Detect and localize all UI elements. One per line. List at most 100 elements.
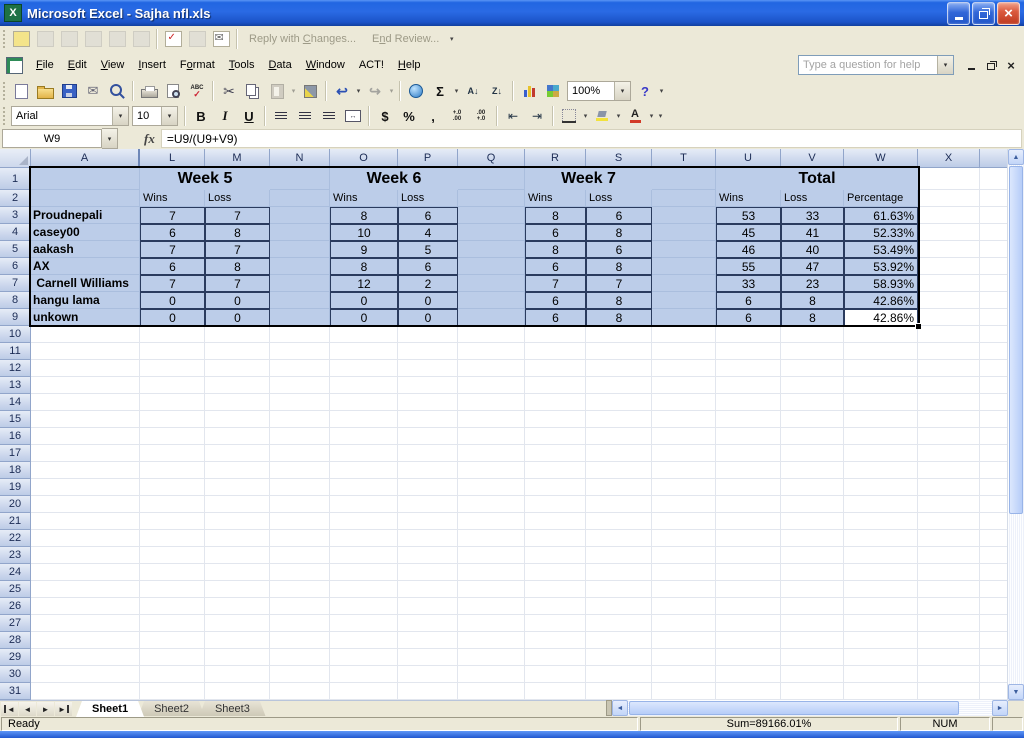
cell-N9[interactable] xyxy=(270,309,330,326)
cell-V8[interactable]: 8 xyxy=(781,292,844,309)
cell-X12[interactable] xyxy=(918,360,980,377)
cell-y31[interactable] xyxy=(980,683,1008,700)
cell-O29[interactable] xyxy=(330,649,398,666)
horizontal-scrollbar-thumb[interactable] xyxy=(629,701,959,715)
cell-O19[interactable] xyxy=(330,479,398,496)
cell-O4[interactable]: 10 xyxy=(330,224,398,241)
cell-X17[interactable] xyxy=(918,445,980,462)
cell-y23[interactable] xyxy=(980,547,1008,564)
cell-R28[interactable] xyxy=(525,632,586,649)
cell-T19[interactable] xyxy=(652,479,716,496)
cell-U16[interactable] xyxy=(716,428,781,445)
cell-P10[interactable] xyxy=(398,326,458,343)
cell-O7[interactable]: 12 xyxy=(330,275,398,292)
cell-U29[interactable] xyxy=(716,649,781,666)
cell-L4[interactable]: 6 xyxy=(140,224,205,241)
mail-button[interactable] xyxy=(81,80,105,102)
cell-L30[interactable] xyxy=(140,666,205,683)
cell-X20[interactable] xyxy=(918,496,980,513)
cell-y5[interactable] xyxy=(980,241,1008,258)
cell-T21[interactable] xyxy=(652,513,716,530)
row-header-19[interactable]: 19 xyxy=(0,479,31,496)
cell-S5[interactable]: 6 xyxy=(586,241,652,258)
cell-M28[interactable] xyxy=(205,632,270,649)
cell-X4[interactable] xyxy=(918,224,980,241)
cell-L14[interactable] xyxy=(140,394,205,411)
row-header-12[interactable]: 12 xyxy=(0,360,31,377)
chevron-down-icon[interactable] xyxy=(937,56,953,74)
column-header-partial[interactable] xyxy=(980,149,1008,168)
cell-W9[interactable]: 42.86% xyxy=(844,309,918,326)
cell-A30[interactable] xyxy=(31,666,140,683)
cell-N18[interactable] xyxy=(270,462,330,479)
column-header-V[interactable]: V xyxy=(781,149,844,168)
cell-P18[interactable] xyxy=(398,462,458,479)
cell-W3[interactable]: 61.63% xyxy=(844,207,918,224)
cell-Q25[interactable] xyxy=(458,581,525,598)
cell-R11[interactable] xyxy=(525,343,586,360)
cell-M3[interactable]: 7 xyxy=(205,207,270,224)
cell-y26[interactable] xyxy=(980,598,1008,615)
cell-S16[interactable] xyxy=(586,428,652,445)
cell-T9[interactable] xyxy=(652,309,716,326)
cell-O8[interactable]: 0 xyxy=(330,292,398,309)
column-header-W[interactable]: W xyxy=(844,149,918,168)
cell-U30[interactable] xyxy=(716,666,781,683)
cell-V2[interactable]: Loss xyxy=(781,190,844,207)
cell-W18[interactable] xyxy=(844,462,918,479)
cell-O24[interactable] xyxy=(330,564,398,581)
cell-L29[interactable] xyxy=(140,649,205,666)
cell-L2[interactable]: Wins xyxy=(140,190,205,207)
search-button[interactable] xyxy=(105,80,129,102)
cell-A1[interactable] xyxy=(31,168,140,190)
cell-U31[interactable] xyxy=(716,683,781,700)
cell-O10[interactable] xyxy=(330,326,398,343)
cell-M27[interactable] xyxy=(205,615,270,632)
cell-P28[interactable] xyxy=(398,632,458,649)
row-header-10[interactable]: 10 xyxy=(0,326,31,343)
cell-P13[interactable] xyxy=(398,377,458,394)
cell-X26[interactable] xyxy=(918,598,980,615)
tab-sheet2[interactable]: Sheet2 xyxy=(138,701,205,717)
cell-R7[interactable]: 7 xyxy=(525,275,586,292)
row-header-1[interactable]: 1 xyxy=(0,168,31,190)
cell-L18[interactable] xyxy=(140,462,205,479)
cell-y28[interactable] xyxy=(980,632,1008,649)
cell-O26[interactable] xyxy=(330,598,398,615)
cell-A26[interactable] xyxy=(31,598,140,615)
cell-M9[interactable]: 0 xyxy=(205,309,270,326)
cell-S29[interactable] xyxy=(586,649,652,666)
menu-data[interactable]: Data xyxy=(261,55,298,75)
cell-y17[interactable] xyxy=(980,445,1008,462)
cell-O11[interactable] xyxy=(330,343,398,360)
cell-O17[interactable] xyxy=(330,445,398,462)
cell-A6[interactable]: AX xyxy=(31,258,140,275)
new-comment-button[interactable] xyxy=(9,28,33,50)
column-header-T[interactable]: T xyxy=(652,149,716,168)
cell-y7[interactable] xyxy=(980,275,1008,292)
row-header-23[interactable]: 23 xyxy=(0,547,31,564)
first-sheet-button[interactable] xyxy=(1,702,18,716)
fill-color-button[interactable] xyxy=(590,105,614,127)
cell-Q13[interactable] xyxy=(458,377,525,394)
menu-format[interactable]: Format xyxy=(173,55,222,75)
cell-y6[interactable] xyxy=(980,258,1008,275)
toolbar-grip[interactable] xyxy=(2,81,6,101)
cell-y21[interactable] xyxy=(980,513,1008,530)
cell-N3[interactable] xyxy=(270,207,330,224)
zoom-combo[interactable]: 100% xyxy=(567,81,631,101)
cell-U3[interactable]: 53 xyxy=(716,207,781,224)
cell-y18[interactable] xyxy=(980,462,1008,479)
cell-U8[interactable]: 6 xyxy=(716,292,781,309)
cell-Q26[interactable] xyxy=(458,598,525,615)
cell-Q9[interactable] xyxy=(458,309,525,326)
cell-V15[interactable] xyxy=(781,411,844,428)
cell-R12[interactable] xyxy=(525,360,586,377)
cell-T10[interactable] xyxy=(652,326,716,343)
row-header-25[interactable]: 25 xyxy=(0,581,31,598)
cell-Q6[interactable] xyxy=(458,258,525,275)
cell-L24[interactable] xyxy=(140,564,205,581)
cell-Q8[interactable] xyxy=(458,292,525,309)
cell-T1[interactable] xyxy=(652,168,716,190)
cell-X30[interactable] xyxy=(918,666,980,683)
